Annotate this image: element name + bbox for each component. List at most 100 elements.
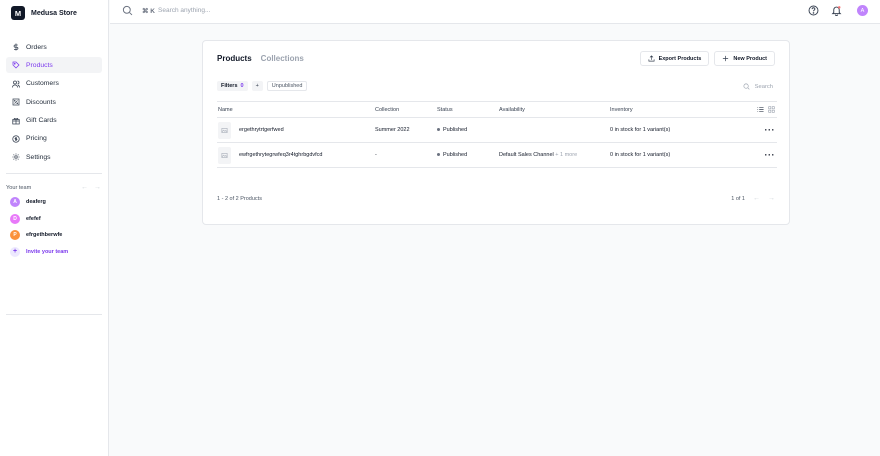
- discount-icon: [12, 98, 20, 106]
- product-inventory: 0 in stock for 1 variant(s): [610, 152, 671, 158]
- image-placeholder-icon: [221, 128, 228, 133]
- users-icon: [12, 80, 20, 88]
- tab-collections[interactable]: Collections: [261, 54, 304, 63]
- product-collection: Summer 2022: [375, 127, 410, 133]
- nav-item-label: Orders: [26, 43, 47, 51]
- store-name: Medusa Store: [31, 9, 77, 17]
- bell-icon[interactable]: [831, 5, 842, 16]
- status-text: Published: [443, 152, 468, 158]
- page-indicator: 1 of 1: [731, 195, 745, 202]
- filters-count: 0: [240, 83, 244, 89]
- plus-icon: [723, 55, 729, 62]
- team-member[interactable]: P efrgethberwfe: [10, 230, 68, 240]
- product-availability: Default Sales Channel + 1 more: [499, 152, 577, 158]
- table-row[interactable]: ergethrytrtgerfwed Summer 2022 Published…: [217, 118, 777, 143]
- list-view-icon[interactable]: [757, 106, 764, 113]
- next-page-icon[interactable]: →: [768, 195, 775, 202]
- product-collection: -: [375, 152, 377, 158]
- member-name: deaferg: [26, 199, 46, 205]
- pagination: 1 of 1 ← →: [731, 195, 775, 202]
- user-avatar[interactable]: A: [857, 5, 868, 16]
- search-icon[interactable]: [122, 5, 133, 16]
- nav-item-label: Customers: [26, 80, 59, 88]
- upload-icon: [648, 55, 655, 62]
- arrow-left-icon[interactable]: ←: [81, 184, 88, 191]
- image-placeholder-icon: [221, 153, 228, 158]
- team-member[interactable]: D efefef: [10, 213, 68, 224]
- nav-item-label: Settings: [26, 153, 51, 161]
- help-icon[interactable]: [808, 5, 819, 16]
- table-search[interactable]: Search: [743, 83, 773, 90]
- avatar: A: [10, 197, 20, 207]
- team-heading: Your team: [6, 184, 32, 191]
- column-availability: Availability: [499, 107, 525, 113]
- new-product-label: New Product: [733, 55, 767, 62]
- nav-item-label: Pricing: [26, 135, 47, 143]
- product-name: ergethrytrtgerfwed: [239, 127, 284, 133]
- gear-icon: [12, 153, 20, 161]
- products-card: Products Collections Export Products New…: [202, 40, 790, 225]
- nav-item-discounts[interactable]: Discounts: [6, 94, 102, 110]
- topbar-actions: A: [808, 5, 868, 16]
- team-member[interactable]: A deaferg: [10, 197, 68, 207]
- view-toggle: [757, 106, 775, 113]
- member-name: efefef: [26, 215, 41, 222]
- nav-item-products[interactable]: Products: [6, 57, 102, 74]
- table-row[interactable]: ewfrgethrytegrwfeq3r4tghrbgdvfcd - Publi…: [217, 143, 777, 168]
- global-search-input[interactable]: Search anything...: [158, 7, 210, 14]
- sidebar-divider: [6, 173, 102, 174]
- member-name: efrgethberwfe: [26, 232, 63, 238]
- prev-page-icon[interactable]: ←: [753, 195, 760, 202]
- status-text: Published: [443, 127, 468, 133]
- store-switcher[interactable]: M Medusa Store: [11, 6, 77, 20]
- search-icon: [743, 83, 750, 90]
- status-badge: Published: [437, 152, 467, 158]
- product-tabs: Products Collections: [217, 54, 304, 63]
- new-product-button[interactable]: New Product: [714, 51, 775, 66]
- card-actions: Export Products New Product: [639, 51, 775, 66]
- table-header: Name Collection Status Availability Inve…: [217, 101, 777, 118]
- export-products-button[interactable]: Export Products: [639, 51, 710, 66]
- gift-icon: [12, 117, 20, 125]
- main-nav: Orders Products Customers Discounts Gift…: [6, 39, 102, 168]
- nav-item-settings[interactable]: Settings: [6, 149, 102, 165]
- results-count: 1 - 2 of 2 Products: [217, 196, 262, 202]
- plus-icon: +: [10, 246, 20, 257]
- pricing-icon: [12, 135, 20, 143]
- team-header: Your team ← →: [6, 184, 101, 191]
- column-inventory: Inventory: [610, 107, 633, 113]
- filters-label: Filters: [221, 83, 238, 89]
- product-inventory: 0 in stock for 1 variant(s): [610, 127, 671, 133]
- tab-products[interactable]: Products: [217, 54, 252, 63]
- filter-bar: Filters 0 + Unpublished: [217, 81, 308, 91]
- column-name: Name: [218, 107, 233, 113]
- sidebar: M Medusa Store Orders Products Customers: [0, 0, 109, 456]
- availability-more: + 1 more: [555, 152, 578, 158]
- sidebar-divider: [6, 314, 102, 315]
- row-actions-menu[interactable]: ···: [765, 151, 776, 160]
- nav-item-label: Products: [26, 61, 53, 69]
- product-thumbnail: [218, 147, 231, 164]
- status-dot: [437, 128, 440, 132]
- store-logo: M: [11, 6, 25, 20]
- add-filter-button[interactable]: +: [251, 81, 263, 91]
- export-label: Export Products: [658, 55, 702, 62]
- nav-item-customers[interactable]: Customers: [6, 76, 102, 92]
- team-pager: ← →: [81, 184, 101, 191]
- invite-label: Invite your team: [26, 248, 69, 255]
- team-list: A deaferg D efefef P efrgethberwfe + Inv…: [10, 197, 68, 263]
- row-actions-menu[interactable]: ···: [765, 126, 776, 135]
- invite-team-button[interactable]: + Invite your team: [10, 246, 69, 257]
- nav-item-orders[interactable]: Orders: [6, 39, 102, 55]
- status-badge: Published: [437, 127, 467, 133]
- unpublished-filter-chip[interactable]: Unpublished: [266, 81, 308, 91]
- nav-item-label: Gift Cards: [26, 117, 57, 125]
- filters-button[interactable]: Filters 0: [217, 81, 248, 91]
- arrow-right-icon[interactable]: →: [94, 184, 101, 191]
- tag-icon: [12, 61, 20, 69]
- nav-item-pricing[interactable]: Pricing: [6, 131, 102, 147]
- grid-view-icon[interactable]: [768, 106, 775, 113]
- nav-item-gift-cards[interactable]: Gift Cards: [6, 113, 102, 129]
- table-search-input[interactable]: Search: [755, 84, 773, 90]
- product-thumbnail: [218, 122, 231, 139]
